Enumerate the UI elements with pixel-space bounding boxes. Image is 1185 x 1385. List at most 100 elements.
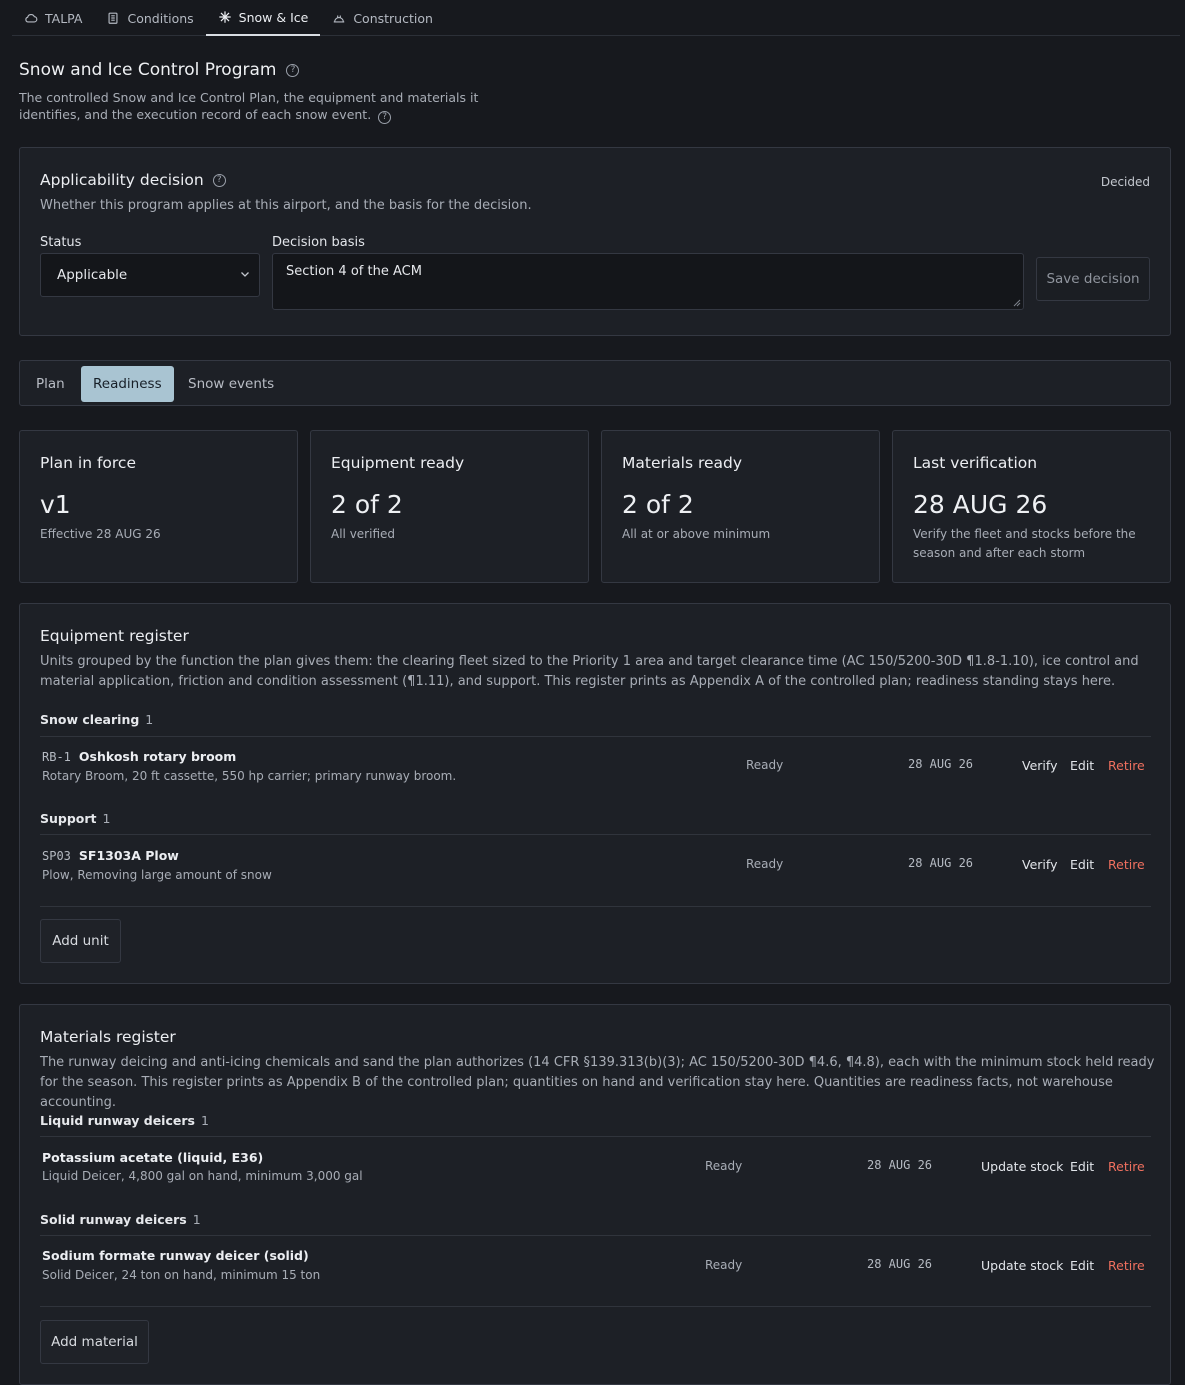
unit-date: 28 AUG 26	[908, 856, 974, 870]
group-heading: Liquid runway deicers 1	[40, 1113, 209, 1128]
stat-card-verification: Last verification 28 AUG 26 Verify the f…	[892, 430, 1171, 583]
status-badge: Decided	[1100, 175, 1150, 189]
stat-title: Equipment ready	[331, 454, 465, 472]
applicability-card: Applicability decision ? Whether this pr…	[19, 147, 1171, 336]
retire-button[interactable]: Retire	[1108, 857, 1145, 872]
tab-conditions[interactable]: Conditions	[94, 0, 205, 36]
status-select-value: Applicable	[57, 267, 128, 283]
stat-value: v1	[40, 490, 71, 519]
tab-snow-events[interactable]: Snow events	[176, 366, 286, 402]
material-status: Ready	[705, 1159, 743, 1173]
clipboard-icon	[108, 12, 118, 24]
equipment-register: Equipment register Units grouped by the …	[19, 603, 1171, 984]
edit-button[interactable]: Edit	[1070, 758, 1094, 773]
divider	[40, 1136, 1151, 1137]
status-select[interactable]: Applicable	[40, 253, 260, 297]
stat-value: 28 AUG 26	[913, 490, 1048, 519]
unit-status: Ready	[746, 758, 784, 772]
tab-plan[interactable]: Plan	[24, 366, 77, 402]
unit-status: Ready	[746, 857, 784, 871]
applicability-subtitle: Whether this program applies at this air…	[40, 198, 532, 213]
snowflake-icon	[218, 11, 231, 23]
stat-desc: Verify the fleet and stocks before the s…	[913, 527, 1136, 560]
tab-label: Construction	[353, 10, 433, 26]
cloud-icon	[25, 13, 38, 23]
material-name: Potassium acetate (liquid, E36)	[42, 1150, 264, 1165]
page-subtitle-text: The controlled Snow and Ice Control Plan…	[19, 90, 479, 122]
chevron-down-icon	[241, 272, 249, 277]
tab-snow-ice[interactable]: Snow & Ice	[205, 0, 321, 36]
decision-basis-value: Section 4 of the ACM	[286, 264, 422, 279]
edit-button[interactable]: Edit	[1070, 857, 1094, 872]
page-subtitle: The controlled Snow and Ice Control Plan…	[19, 89, 539, 124]
help-icon[interactable]: ?	[286, 63, 300, 77]
stat-card-equipment: Equipment ready 2 of 2 All verified	[310, 430, 589, 583]
equipment-row-title: RB-1 Oshkosh rotary broom	[42, 749, 236, 764]
stat-card-plan: Plan in force v1 Effective 28 AUG 26	[19, 430, 298, 583]
material-name: Sodium formate runway deicer (solid)	[42, 1248, 309, 1263]
applicability-title: Applicability decision ?	[40, 171, 226, 189]
save-decision-button[interactable]: Save decision	[1036, 257, 1150, 301]
stat-value: 2 of 2	[622, 490, 694, 519]
help-icon[interactable]: ?	[212, 173, 226, 187]
verify-button[interactable]: Verify	[1022, 857, 1057, 872]
unit-desc: Plow, Removing large amount of snow	[42, 868, 272, 882]
group-count: 1	[200, 1113, 209, 1128]
tab-construction[interactable]: Construction	[320, 0, 445, 36]
edit-button[interactable]: Edit	[1070, 1159, 1094, 1174]
tab-readiness[interactable]: Readiness	[81, 366, 174, 402]
materials-register: Materials register The runway deicing an…	[19, 1004, 1171, 1385]
update-stock-button[interactable]: Update stock	[981, 1159, 1063, 1174]
tab-label: Conditions	[127, 10, 194, 26]
unit-name: SF1303A Plow	[78, 848, 179, 863]
divider	[40, 906, 1151, 907]
divider	[40, 736, 1151, 737]
stat-card-materials: Materials ready 2 of 2 All at or above m…	[601, 430, 880, 583]
page-title-text: Snow and Ice Control Program	[19, 60, 277, 80]
materials-register-title: Materials register	[40, 1028, 176, 1046]
equipment-register-title: Equipment register	[40, 627, 189, 645]
unit-code: SP03	[42, 849, 71, 863]
material-date: 28 AUG 26	[867, 1257, 933, 1271]
unit-desc: Rotary Broom, 20 ft cassette, 550 hp car…	[42, 769, 457, 783]
group-heading: Snow clearing 1	[40, 712, 153, 727]
add-material-button[interactable]: Add material	[40, 1320, 149, 1364]
view-tabs: Plan Readiness Snow events	[19, 360, 1171, 406]
edit-button[interactable]: Edit	[1070, 1258, 1094, 1273]
status-label: Status	[40, 235, 82, 250]
group-name: Support	[40, 811, 97, 826]
retire-button[interactable]: Retire	[1108, 1258, 1145, 1273]
group-count: 1	[192, 1212, 201, 1227]
divider	[40, 834, 1151, 835]
verify-button[interactable]: Verify	[1022, 758, 1057, 773]
stat-desc: Effective 28 AUG 26	[40, 527, 161, 541]
group-heading: Support 1	[40, 811, 110, 826]
decision-basis-label: Decision basis	[272, 235, 365, 250]
help-icon[interactable]: ?	[378, 111, 392, 124]
divider	[40, 1306, 1151, 1307]
stat-desc: All verified	[331, 527, 396, 541]
page-title: Snow and Ice Control Program ?	[19, 60, 300, 80]
group-heading: Solid runway deicers 1	[40, 1212, 201, 1227]
group-count: 1	[145, 712, 154, 727]
decision-basis-input[interactable]: Section 4 of the ACM	[272, 253, 1024, 310]
applicability-title-text: Applicability decision	[40, 171, 204, 189]
stat-title: Plan in force	[40, 454, 136, 472]
group-name: Liquid runway deicers	[40, 1113, 195, 1128]
material-status: Ready	[705, 1258, 743, 1272]
update-stock-button[interactable]: Update stock	[981, 1258, 1063, 1273]
equipment-register-desc: Units grouped by the function the plan g…	[40, 654, 1139, 689]
stat-desc: All at or above minimum	[622, 527, 771, 541]
stat-value: 2 of 2	[331, 490, 403, 519]
tab-label: Snow & Ice	[238, 9, 309, 25]
material-desc: Solid Deicer, 24 ton on hand, minimum 15…	[42, 1268, 321, 1282]
top-nav: TALPA Conditions Snow & Ice Construction	[12, 0, 1180, 36]
group-name: Solid runway deicers	[40, 1212, 187, 1227]
resize-grip-icon[interactable]	[1013, 299, 1021, 307]
retire-button[interactable]: Retire	[1108, 1159, 1145, 1174]
tab-talpa[interactable]: TALPA	[12, 0, 94, 36]
tab-label: TALPA	[45, 10, 83, 26]
retire-button[interactable]: Retire	[1108, 758, 1145, 773]
add-unit-button[interactable]: Add unit	[40, 919, 121, 963]
unit-code: RB-1	[42, 750, 71, 764]
